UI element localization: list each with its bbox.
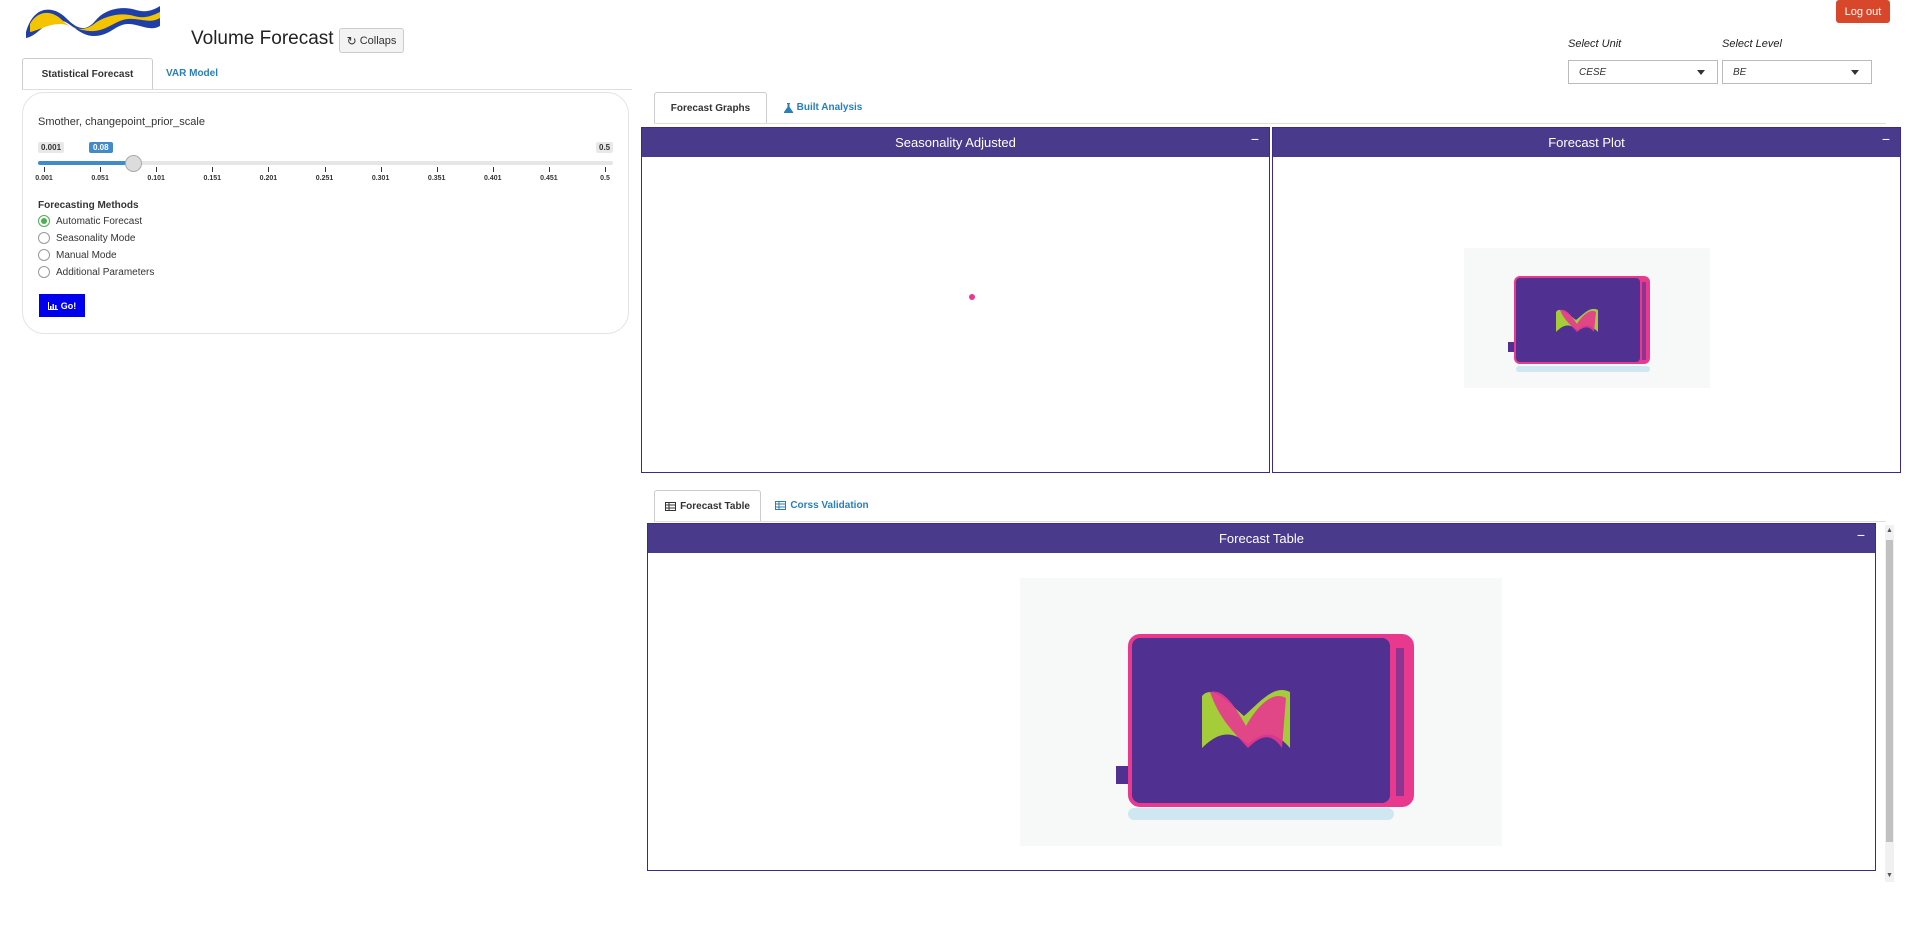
slider-tick-label: 0.101 (147, 175, 165, 182)
level-select[interactable]: BE (1722, 60, 1872, 84)
loading-spinner-icon (1020, 578, 1502, 846)
radio-button-checked[interactable] (38, 215, 50, 227)
scrollbar-thumb[interactable] (1886, 540, 1893, 842)
slider-tick-label: 0.201 (259, 175, 278, 182)
go-label: Go! (60, 300, 77, 311)
logout-button[interactable]: Log out (1836, 0, 1890, 23)
slider-tick (324, 167, 326, 172)
refresh-icon: ↻ (346, 33, 357, 48)
radio-label: Manual Mode (56, 249, 117, 261)
slider-min-label: 0.001 (38, 142, 65, 153)
main-tabs-divider (22, 89, 632, 90)
slider-tick (548, 167, 550, 172)
radio-automatic-forecast[interactable]: Automatic Forecast (38, 215, 142, 227)
slider-fill (38, 161, 133, 165)
loading-spinner-icon (1464, 248, 1710, 388)
bar-chart-icon (47, 301, 58, 310)
tab-forecast-graphs[interactable]: Forecast Graphs (654, 92, 767, 123)
radio-label: Automatic Forecast (56, 215, 143, 227)
slider-max-label: 0.5 (596, 142, 614, 153)
methods-title: Forecasting Methods (38, 200, 139, 211)
slider-tick-label: 0.351 (427, 175, 446, 182)
box-title: Forecast Plot (1548, 135, 1625, 150)
box-header: Seasonality Adjusted − (642, 128, 1269, 157)
table-tabs-divider (654, 521, 1886, 522)
box-title: Seasonality Adjusted (895, 135, 1016, 150)
scroll-down-arrow-icon[interactable]: ▼ (1886, 872, 1893, 879)
slider-tick-label: 0.451 (540, 175, 558, 182)
company-logo (26, 6, 160, 38)
page-title: Volume Forecast (191, 28, 334, 49)
chevron-down-icon (1851, 70, 1859, 75)
radio-manual-mode[interactable]: Manual Mode (38, 249, 117, 261)
slider-tick-label: 0.5 (600, 175, 610, 182)
unit-select[interactable]: CESE (1568, 60, 1718, 84)
loading-dot (969, 294, 975, 300)
radio-button[interactable] (38, 249, 50, 261)
radio-additional-parameters[interactable]: Additional Parameters (38, 266, 154, 278)
seasonality-adjusted-box: Seasonality Adjusted − (641, 127, 1270, 473)
slider-tick (44, 167, 45, 172)
radio-button[interactable] (38, 232, 50, 244)
unit-select-label: Select Unit (1568, 38, 1622, 50)
scroll-up-arrow-icon[interactable]: ▲ (1886, 527, 1893, 534)
slider-tick (212, 167, 214, 172)
slider-tick (436, 167, 438, 172)
forecast-settings-panel (22, 92, 629, 334)
radio-seasonality-mode[interactable]: Seasonality Mode (38, 232, 136, 244)
slider-tick-label: 0.251 (315, 175, 334, 182)
slider-tick (605, 167, 606, 172)
table-icon (775, 501, 787, 510)
box-title: Forecast Table (1218, 531, 1305, 546)
slider-tick (100, 167, 102, 172)
go-button[interactable]: Go! (39, 294, 85, 317)
slider-tick (268, 167, 270, 172)
tab-label: Built Analysis (796, 102, 863, 113)
slider-tick-label: 0.151 (203, 175, 222, 182)
minimize-icon[interactable]: − (1882, 132, 1890, 146)
radio-button[interactable] (38, 266, 50, 278)
slider-label: Smother, changepoint_prior_scale (38, 116, 205, 128)
flask-icon (783, 102, 793, 113)
minimize-icon[interactable]: − (1857, 528, 1865, 542)
minimize-icon[interactable]: − (1251, 132, 1259, 146)
box-header: Forecast Plot − (1273, 128, 1900, 157)
graph-tabs-divider (654, 123, 1886, 124)
chevron-down-icon (1697, 70, 1705, 75)
collapse-label: Collaps (359, 34, 397, 47)
tab-forecast-table[interactable]: Forecast Table (654, 490, 761, 521)
slider-tick-label: 0.301 (371, 175, 390, 182)
tab-built-analysis[interactable]: Built Analysis (780, 92, 866, 123)
tab-cross-validation[interactable]: Corss Validation (774, 490, 870, 521)
radio-label: Additional Parameters (56, 266, 155, 278)
box-header: Forecast Table − (648, 524, 1875, 553)
tab-label: Corss Validation (790, 500, 869, 511)
tab-statistical-forecast[interactable]: Statistical Forecast (22, 58, 153, 89)
tab-var-model[interactable]: VAR Model (157, 58, 227, 89)
slider-tick (156, 167, 158, 172)
slider-tick (380, 167, 382, 172)
slider-handle[interactable] (124, 155, 142, 172)
table-icon (665, 501, 677, 511)
level-select-value: BE (1733, 66, 1747, 78)
slider-tick (492, 167, 494, 172)
radio-label: Seasonality Mode (56, 232, 136, 244)
slider-tick-label: 0.001 (35, 175, 53, 182)
level-select-label: Select Level (1722, 38, 1782, 50)
tab-label: Forecast Table (680, 500, 750, 512)
slider-tick-label: 0.401 (484, 175, 502, 182)
slider-value-label: 0.08 (89, 142, 113, 153)
collapse-button[interactable]: ↻ Collaps (339, 28, 404, 53)
unit-select-value: CESE (1579, 66, 1607, 78)
slider-tick-label: 0.051 (91, 175, 109, 182)
